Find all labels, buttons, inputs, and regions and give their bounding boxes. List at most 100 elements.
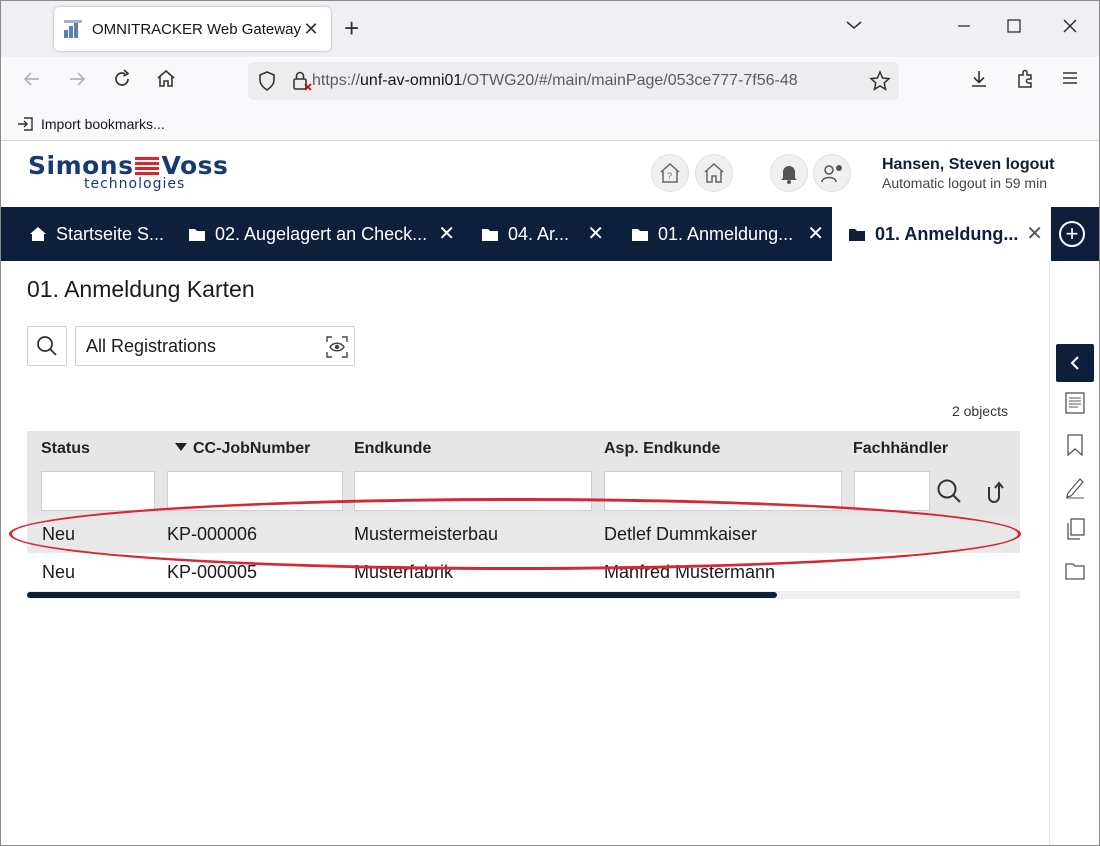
close-tab-icon[interactable]: ✕ (587, 224, 604, 244)
cell-endkunde: Musterfabrik (354, 562, 454, 582)
close-tab-icon[interactable]: ✕ (438, 224, 455, 244)
add-tab-button[interactable]: + (1059, 221, 1085, 247)
close-tab-icon[interactable]: ✕ (301, 19, 321, 40)
view-selector[interactable]: All Registrations (75, 326, 355, 366)
user-settings-button[interactable] (813, 154, 851, 192)
folder-outline-icon[interactable] (1064, 559, 1086, 583)
close-window-icon[interactable] (1063, 19, 1077, 38)
column-header-cc-jobnumber[interactable]: CC-JobNumber (175, 440, 310, 458)
browser-tab-title: OMNITRACKER Web Gateway (92, 20, 301, 38)
folder-icon (631, 226, 649, 242)
bookmark-star-icon[interactable] (869, 70, 891, 97)
forward-arrow-icon[interactable] (65, 69, 89, 93)
browser-window: OMNITRACKER Web Gateway ✕ + https://unf-… (0, 0, 1100, 846)
horizontal-scrollbar[interactable] (27, 591, 1020, 599)
bookmark-icon[interactable] (1064, 433, 1086, 457)
omnitracker-favicon-icon (64, 20, 82, 38)
tab-label: 01. Anmeldung... (658, 223, 794, 244)
tab-04[interactable]: 04. Ar... ✕ (481, 207, 604, 261)
folder-icon (481, 226, 499, 242)
filter-fachhaendler-input[interactable] (854, 471, 930, 511)
home-question-button[interactable]: ? (651, 154, 689, 192)
document-icon[interactable] (1064, 391, 1086, 415)
tab-anmeldung-active[interactable]: 01. Anmeldung... ✕ (832, 207, 1051, 261)
notifications-button[interactable] (770, 154, 808, 192)
cell-status: Neu (42, 562, 76, 582)
filter-asp-endkunde-input[interactable] (604, 471, 842, 511)
grid-filter-row (27, 467, 1020, 515)
home-button[interactable] (695, 154, 733, 192)
svg-text:?: ? (667, 171, 672, 181)
lock-icon[interactable] (291, 70, 313, 97)
cell-asp-endkunde: Detlef Dummkaiser (604, 524, 758, 544)
back-arrow-icon[interactable] (20, 69, 44, 93)
scrollbar-thumb[interactable] (27, 592, 777, 598)
shield-icon[interactable] (258, 71, 276, 96)
table-row[interactable]: Neu KP-000005 Musterfabrik Manfred Muste… (27, 553, 1020, 591)
help-home-icon: ? (660, 162, 680, 183)
sort-desc-icon (175, 443, 187, 451)
user-gear-icon (821, 165, 842, 183)
close-tab-icon[interactable]: ✕ (1026, 224, 1043, 244)
app-tab-bar: Startseite S... 02. Augelagert an Check.… (1, 207, 1099, 261)
column-header-asp-endkunde[interactable]: Asp. Endkunde (604, 440, 720, 458)
cell-endkunde: Mustermeisterbau (354, 524, 499, 544)
home-icon (29, 225, 47, 243)
main-content: 01. Anmeldung Karten All Registrations 2… (1, 261, 1049, 845)
grid-header: Status CC-JobNumber Endkunde Asp. Endkun… (27, 431, 1020, 467)
tab-startseite[interactable]: Startseite S... (29, 207, 179, 261)
search-icon (37, 336, 57, 356)
tab-label: 01. Anmeldung... (875, 223, 1019, 244)
eye-scan-icon[interactable] (326, 336, 348, 363)
folder-icon (848, 226, 866, 242)
tab-augelagert[interactable]: 02. Augelagert an Check... ✕ (188, 207, 455, 261)
minimize-icon[interactable] (957, 19, 971, 38)
browser-navigation-bar: https://unf-av-omni01/OTWG20/#/main/main… (1, 57, 1099, 107)
page-title: 01. Anmeldung Karten (27, 276, 255, 302)
menu-icon[interactable] (1058, 69, 1082, 93)
reload-icon[interactable] (110, 69, 134, 93)
maximize-icon[interactable] (1007, 19, 1021, 38)
filter-status-input[interactable] (41, 471, 155, 511)
extensions-icon[interactable] (1013, 69, 1037, 93)
browser-tab[interactable]: OMNITRACKER Web Gateway ✕ (54, 7, 331, 51)
side-panel (1049, 261, 1099, 845)
simonsvoss-logo: Simons Voss technologies (28, 151, 228, 192)
column-header-fachhaendler[interactable]: Fachhändler (853, 440, 948, 458)
table-row[interactable]: Neu KP-000006 Mustermeisterbau Detlef Du… (27, 515, 1020, 553)
tab-list-chevron-icon[interactable] (845, 18, 863, 36)
tab-label: Startseite S... (56, 223, 165, 244)
column-header-status[interactable]: Status (41, 440, 90, 458)
column-header-endkunde[interactable]: Endkunde (354, 440, 431, 458)
new-tab-button[interactable]: + (344, 14, 359, 42)
close-tab-icon[interactable]: ✕ (807, 224, 824, 244)
bell-icon (781, 166, 797, 184)
cell-asp-endkunde: Manfred Mustermann (604, 562, 776, 582)
logout-timer: Automatic logout in 59 min (882, 175, 1047, 191)
reset-filter-icon[interactable] (983, 479, 1007, 508)
tab-anmeldung-1[interactable]: 01. Anmeldung... ✕ (631, 207, 824, 261)
user-logout-link[interactable]: Hansen, Steven logout (882, 156, 1054, 174)
cell-jobnumber: KP-000006 (167, 524, 258, 544)
address-bar[interactable]: https://unf-av-omni01/OTWG20/#/main/main… (248, 62, 899, 100)
panel-toggle-button[interactable] (1056, 344, 1094, 382)
browser-tab-strip: OMNITRACKER Web Gateway ✕ + (1, 1, 1099, 57)
search-button[interactable] (27, 326, 67, 366)
import-icon (17, 116, 35, 132)
home-outline-icon (704, 162, 724, 183)
logo-bars-icon (135, 156, 160, 175)
cell-status: Neu (42, 524, 76, 544)
copy-icon[interactable] (1064, 517, 1086, 541)
tab-label: 04. Ar... (508, 223, 570, 244)
tab-label: 02. Augelagert an Check... (215, 223, 428, 244)
pencil-icon[interactable] (1064, 475, 1086, 499)
bookmarks-toolbar: Import bookmarks... (1, 107, 1099, 141)
filter-jobnumber-input[interactable] (167, 471, 343, 511)
filter-search-icon[interactable] (935, 477, 963, 510)
import-bookmarks-link[interactable]: Import bookmarks... (41, 116, 165, 132)
app-header: Simons Voss technologies ? Hansen, Steve… (1, 142, 1099, 206)
home-icon[interactable] (154, 69, 178, 93)
url-text: https://unf-av-omni01/OTWG20/#/main/main… (312, 72, 798, 89)
downloads-icon[interactable] (967, 69, 991, 93)
filter-endkunde-input[interactable] (354, 471, 592, 511)
